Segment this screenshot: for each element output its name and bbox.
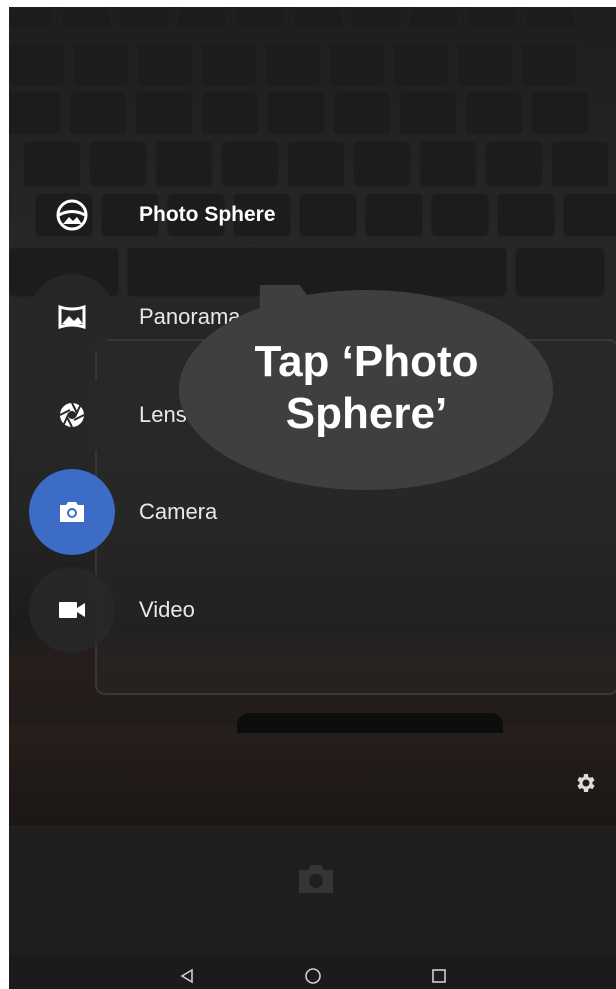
home-icon xyxy=(304,967,321,984)
lens-blur-button[interactable] xyxy=(29,372,115,458)
recents-icon xyxy=(431,968,446,983)
shutter-button[interactable] xyxy=(294,857,338,901)
mode-item-video[interactable]: Video xyxy=(29,567,195,653)
mode-item-photo-sphere[interactable]: Photo Sphere xyxy=(29,172,276,258)
camera-icon xyxy=(60,502,84,522)
nav-home-button[interactable] xyxy=(250,955,376,989)
mode-label-video: Video xyxy=(139,597,195,622)
lens-blur-icon xyxy=(59,402,85,428)
panorama-icon xyxy=(58,304,86,330)
settings-button[interactable] xyxy=(569,767,601,799)
panorama-button[interactable] xyxy=(29,274,115,360)
camera-shutter-icon xyxy=(299,865,333,893)
photo-sphere-icon xyxy=(29,172,115,258)
camera-app-screen: Photo Sphere Panorama Lens Blur xyxy=(9,7,616,989)
video-mode-button[interactable] xyxy=(29,567,115,653)
callout-line-2: Sphere’ xyxy=(285,388,448,438)
nav-back-button[interactable] xyxy=(124,955,250,989)
camera-mode-button[interactable] xyxy=(29,469,115,555)
nav-recents-button[interactable] xyxy=(376,955,502,989)
back-icon xyxy=(179,968,193,983)
gear-icon xyxy=(577,774,595,792)
instruction-callout: Tap ‘Photo Sphere’ xyxy=(179,285,554,490)
system-nav-bar xyxy=(9,955,616,989)
callout-text: Tap ‘Photo Sphere’ xyxy=(179,285,554,490)
mode-label-photo-sphere: Photo Sphere xyxy=(139,203,276,226)
mode-label-camera: Camera xyxy=(139,499,218,524)
callout-line-1: Tap ‘Photo xyxy=(254,336,479,386)
video-icon xyxy=(59,602,85,618)
